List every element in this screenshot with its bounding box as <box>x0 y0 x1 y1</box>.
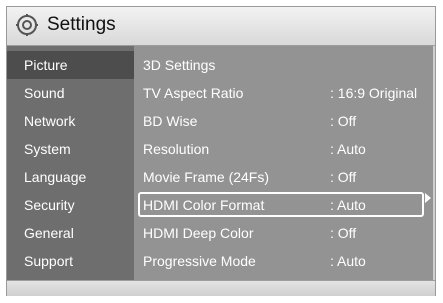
setting-label: 3D Settings <box>143 57 216 73</box>
setting-label: BD Wise <box>143 113 198 129</box>
sidebar: Picture Sound Network System Language Se… <box>7 46 134 280</box>
sidebar-item-general[interactable]: General <box>7 219 134 247</box>
setting-row-movie-frame[interactable]: Movie Frame (24Fs) : Off <box>134 163 433 191</box>
settings-content: 3D Settings TV Aspect Ratio : 16:9 Origi… <box>134 46 433 280</box>
sidebar-item-picture[interactable]: Picture <box>7 51 134 79</box>
window-title: Settings <box>47 14 116 35</box>
bottom-bar <box>7 280 435 296</box>
setting-value: : 16:9 Original <box>330 85 418 101</box>
setting-value: : Auto <box>330 141 366 157</box>
setting-row-resolution[interactable]: Resolution : Auto <box>134 135 433 163</box>
setting-value: : Off <box>330 225 357 241</box>
setting-value: : Auto <box>330 253 366 269</box>
setting-label: Progressive Mode <box>143 253 256 269</box>
sidebar-item-security[interactable]: Security <box>7 191 134 219</box>
setting-value: : Off <box>330 113 357 129</box>
sidebar-item-sound[interactable]: Sound <box>7 79 134 107</box>
setting-row-bd-wise[interactable]: BD Wise : Off <box>134 107 433 135</box>
settings-window: Settings Picture Sound Network System La… <box>6 6 436 296</box>
setting-row-tv-aspect-ratio[interactable]: TV Aspect Ratio : 16:9 Original <box>134 79 433 107</box>
setting-row-hdmi-deep-color[interactable]: HDMI Deep Color : Off <box>134 219 433 247</box>
setting-value: : Off <box>330 169 357 185</box>
chevron-right-icon[interactable] <box>425 193 431 203</box>
setting-row-hdmi-color-format[interactable]: HDMI Color Format : Auto <box>134 191 433 219</box>
setting-row-progressive-mode[interactable]: Progressive Mode : Auto <box>134 247 433 275</box>
sidebar-item-network[interactable]: Network <box>7 107 134 135</box>
setting-label: HDMI Deep Color <box>143 225 254 241</box>
setting-label: TV Aspect Ratio <box>143 85 244 101</box>
setting-value: : Auto <box>330 197 366 213</box>
title-bar: Settings <box>7 7 435 46</box>
gear-icon <box>16 14 38 36</box>
sidebar-item-system[interactable]: System <box>7 135 134 163</box>
setting-label: HDMI Color Format <box>143 197 265 213</box>
setting-row-3d-settings[interactable]: 3D Settings <box>134 51 433 79</box>
sidebar-item-language[interactable]: Language <box>7 163 134 191</box>
sidebar-item-support[interactable]: Support <box>7 247 134 275</box>
setting-label: Movie Frame (24Fs) <box>143 169 270 185</box>
setting-label: Resolution <box>143 141 210 157</box>
